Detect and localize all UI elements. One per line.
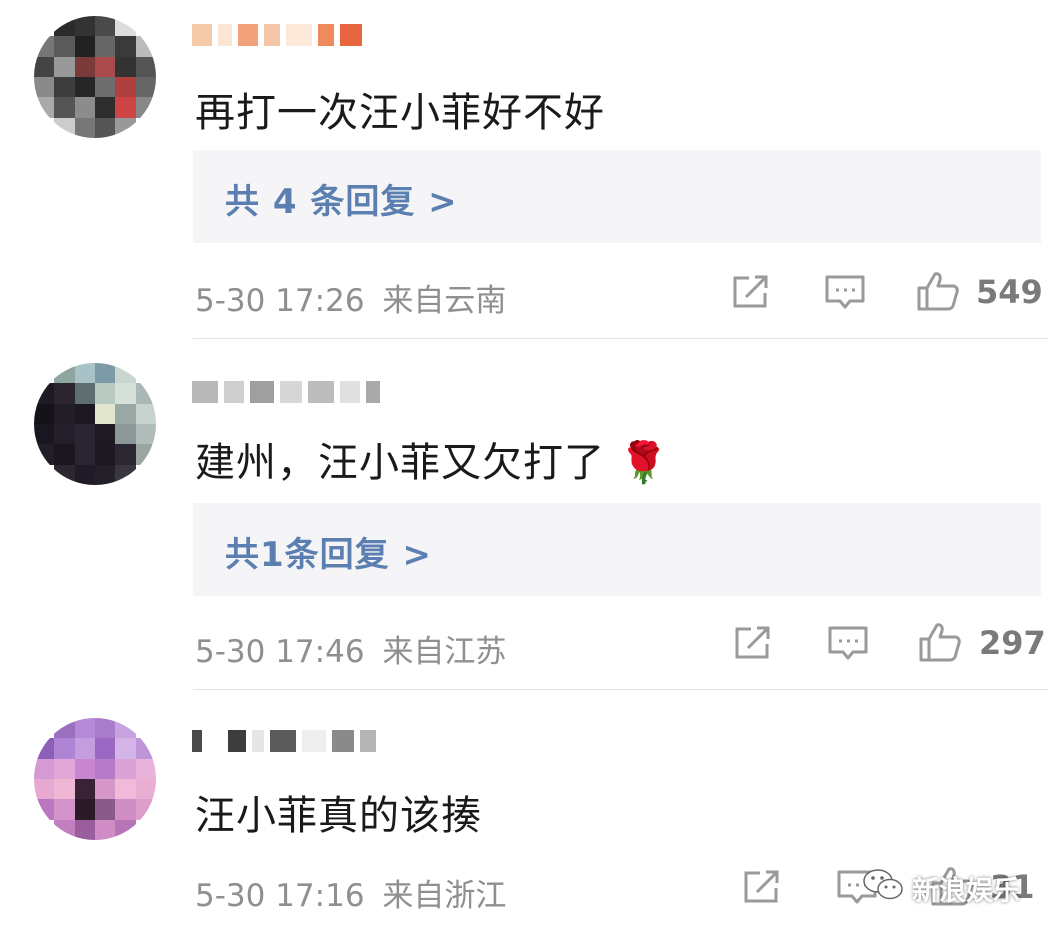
like-count: 297 (979, 624, 1046, 662)
comment-item: 建州，汪小菲又欠打了 🌹 共1条回复 > 5-30 17:46 来自江苏 297 (0, 339, 1048, 689)
watermark: 新浪娱乐 (862, 868, 1020, 908)
reply-box[interactable]: 共1条回复 > (193, 503, 1041, 596)
rose-emoji: 🌹 (618, 440, 670, 486)
view-replies-link[interactable]: 共1条回复 > (225, 527, 432, 576)
thumbs-up-icon[interactable] (918, 621, 962, 663)
comment-body: 建州，汪小菲又欠打了 (195, 440, 605, 486)
comment-icon[interactable] (824, 273, 866, 313)
comment-text: 汪小菲真的该揍 (195, 793, 482, 839)
share-icon[interactable] (731, 273, 771, 311)
wechat-icon (862, 867, 904, 910)
comment-meta: 5-30 17:16 来自浙江 (195, 870, 506, 915)
share-icon[interactable] (742, 868, 782, 906)
thumbs-up-icon[interactable] (916, 270, 960, 312)
username-blurred[interactable] (192, 724, 376, 758)
location: 来自浙江 (382, 878, 507, 914)
comment-meta: 5-30 17:26 来自云南 (195, 275, 506, 320)
comment-icon[interactable] (827, 624, 869, 664)
timestamp: 5-30 17:46 (195, 634, 365, 670)
share-icon[interactable] (733, 624, 773, 662)
avatar[interactable] (34, 16, 156, 138)
like-count: 549 (976, 273, 1043, 311)
location: 来自江苏 (382, 634, 507, 670)
avatar[interactable] (34, 363, 156, 485)
watermark-label: 新浪娱乐 (912, 875, 1020, 907)
username-blurred[interactable] (192, 18, 362, 52)
location: 来自云南 (382, 283, 507, 319)
comment-meta: 5-30 17:46 来自江苏 (195, 626, 506, 671)
avatar[interactable] (34, 718, 156, 840)
reply-box[interactable]: 共 4 条回复 > (193, 150, 1041, 243)
timestamp: 5-30 17:26 (195, 283, 365, 319)
username-blurred[interactable] (192, 375, 380, 409)
comment-item: 再打一次汪小菲好不好 共 4 条回复 > 5-30 17:26 来自云南 549 (0, 0, 1048, 338)
comment-text: 再打一次汪小菲好不好 (195, 90, 605, 136)
comment-text: 建州，汪小菲又欠打了 🌹 (195, 430, 670, 488)
view-replies-link[interactable]: 共 4 条回复 > (225, 174, 458, 223)
timestamp: 5-30 17:16 (195, 878, 365, 914)
